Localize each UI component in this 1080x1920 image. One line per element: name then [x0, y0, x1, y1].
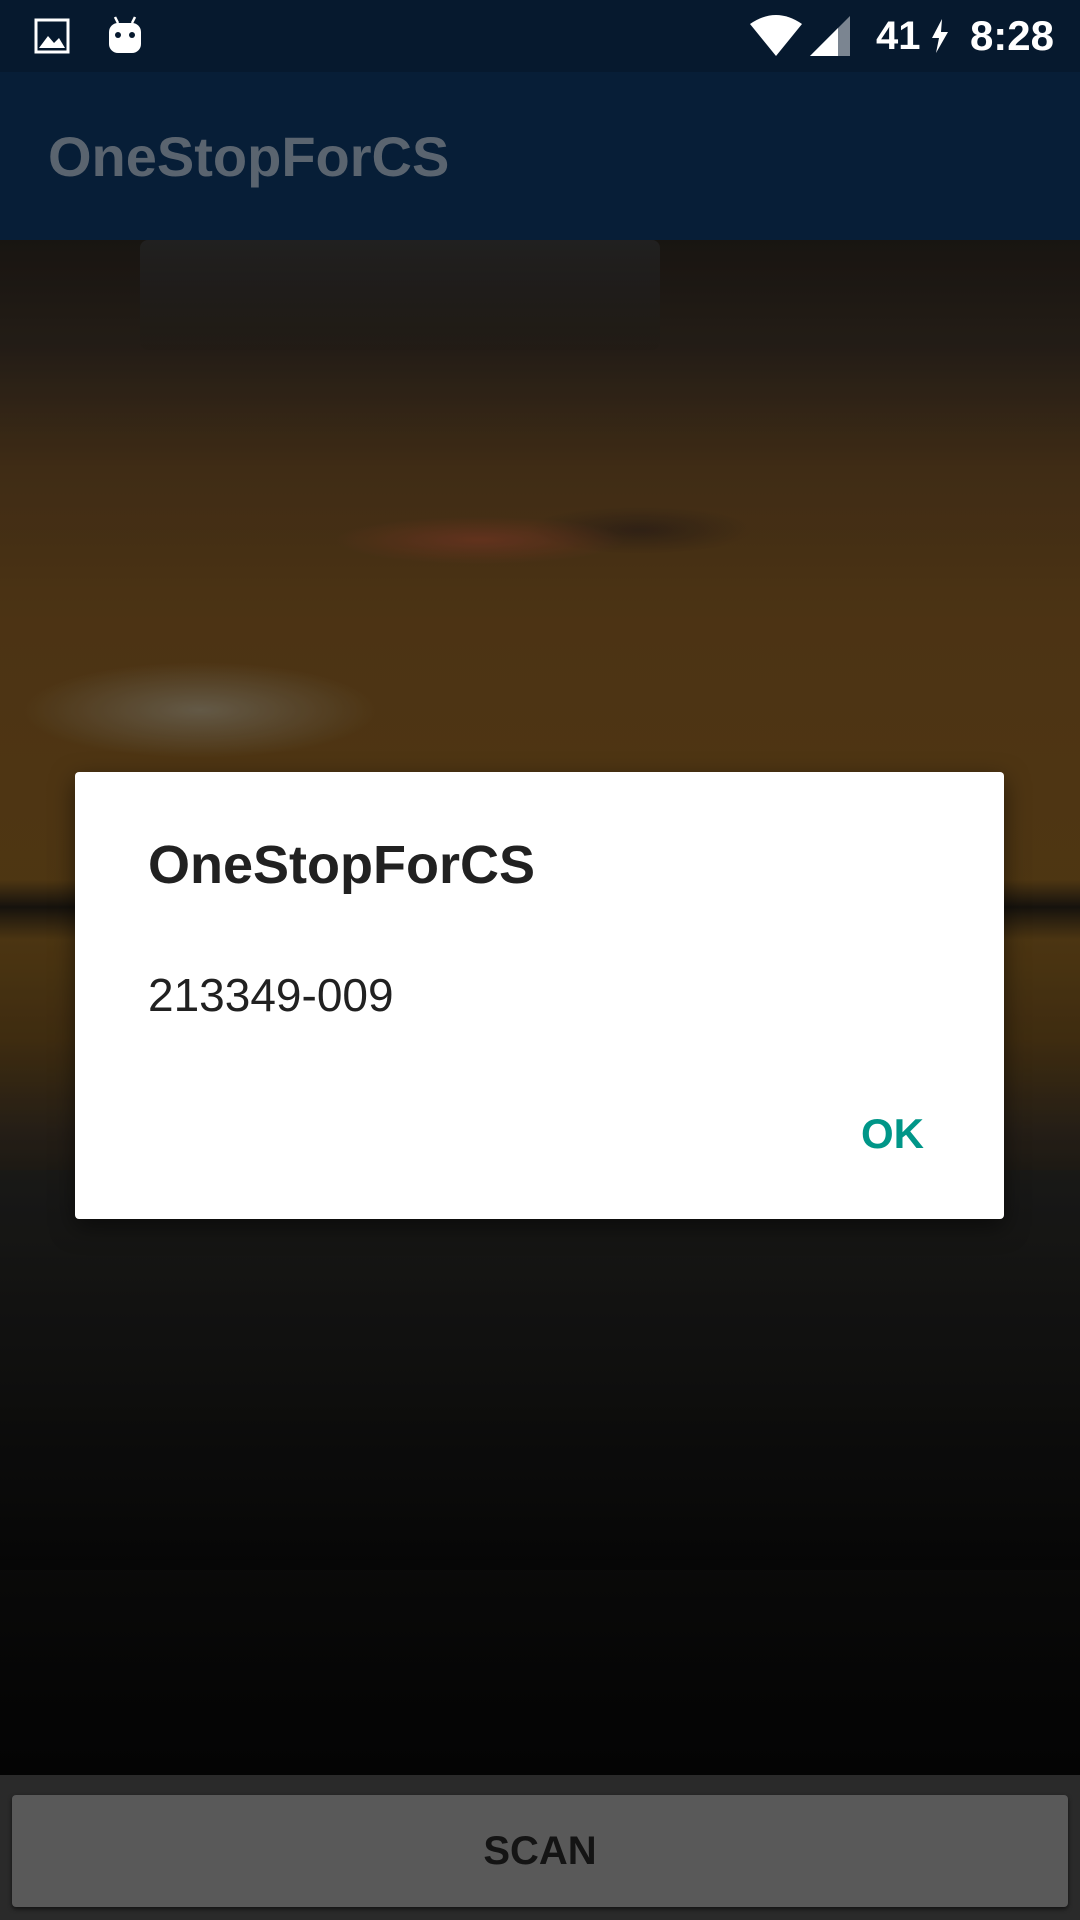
battery-level: 41: [876, 13, 921, 58]
ok-button[interactable]: OK: [861, 1110, 924, 1158]
screen: 41 8:28 OneStopForCS OneStopForCS 213349…: [0, 0, 1080, 1920]
status-bar: 41 8:28: [0, 0, 1080, 72]
bottom-bar: SCAN: [0, 1775, 1080, 1920]
android-icon: [106, 0, 144, 72]
clock: 8:28: [969, 12, 1054, 59]
wifi-icon: [748, 0, 804, 72]
scan-button[interactable]: SCAN: [12, 1795, 1068, 1907]
charging-bolt-icon: [930, 0, 950, 72]
dialog-title: OneStopForCS: [148, 835, 535, 895]
dialog-message: 213349-009: [148, 969, 394, 1021]
gallery-icon: [34, 0, 70, 72]
app-title: OneStopForCS: [48, 124, 450, 188]
alert-dialog: OneStopForCS 213349-009 OK: [75, 772, 1004, 1219]
app-bar: OneStopForCS: [0, 72, 1080, 240]
cell-signal-icon: [808, 0, 852, 72]
